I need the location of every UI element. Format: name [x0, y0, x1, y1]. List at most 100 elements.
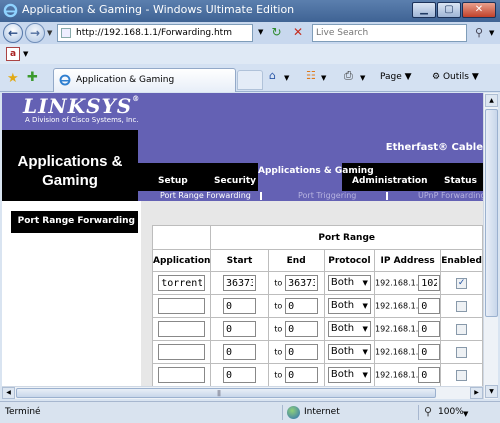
- print-icon[interactable]: ⎙: [344, 69, 353, 83]
- search-icon[interactable]: ⚲: [471, 25, 487, 41]
- scroll-right-icon[interactable]: ▶: [470, 387, 483, 399]
- feeds-dropdown-icon[interactable]: ▼: [321, 74, 326, 82]
- scroll-left-icon[interactable]: ◀: [2, 387, 15, 399]
- vertical-scrollbar[interactable]: ▲ ▼: [483, 93, 498, 399]
- vertical-scroll-thumb[interactable]: [485, 109, 498, 317]
- end-port-input[interactable]: [285, 321, 319, 337]
- table-row: to Both ▼ 192.168.1. ✓: [151, 271, 483, 295]
- search-dropdown-icon[interactable]: ▼: [489, 29, 494, 37]
- enabled-checkbox[interactable]: [456, 300, 468, 312]
- translate-icon[interactable]: a: [6, 47, 20, 61]
- search-input[interactable]: [313, 25, 463, 41]
- feeds-icon[interactable]: ☷: [306, 69, 316, 82]
- product-band: Etherfast® Cable: [138, 130, 483, 163]
- protocol-value: Both: [330, 323, 355, 334]
- start-port-input[interactable]: [222, 344, 256, 360]
- home-icon[interactable]: ⌂: [269, 69, 276, 82]
- page-icon: [61, 28, 71, 38]
- forward-button[interactable]: →: [25, 23, 45, 43]
- port-forwarding-table: Port Range Application Start End Protoco…: [151, 225, 483, 387]
- end-port-input[interactable]: [285, 344, 319, 360]
- address-dropdown-icon[interactable]: ▼: [258, 28, 263, 36]
- content-panel: Port Range Application Start End Protoco…: [138, 201, 483, 399]
- refresh-icon[interactable]: ↻: [268, 25, 285, 41]
- search-field[interactable]: [312, 24, 467, 42]
- enabled-checkbox[interactable]: ✓: [456, 277, 468, 289]
- translate-dropdown-icon[interactable]: ▼: [23, 50, 28, 58]
- address-url[interactable]: http://192.168.1.1/Forwarding.htm: [76, 28, 232, 38]
- nav-status[interactable]: Status: [444, 176, 477, 186]
- tab-application-gaming[interactable]: Application & Gaming: [53, 68, 236, 92]
- grip-icon: |||: [217, 390, 221, 397]
- chevron-down-icon: ▼: [362, 279, 368, 287]
- application-input[interactable]: [158, 275, 206, 291]
- ip-last-octet-input[interactable]: [418, 344, 441, 360]
- table-row: to Both ▼ 192.168.1.: [151, 317, 483, 341]
- enabled-checkbox[interactable]: [456, 323, 468, 335]
- application-input[interactable]: [158, 367, 206, 383]
- protocol-value: Both: [330, 277, 355, 288]
- to-label: to: [274, 301, 283, 311]
- start-port-input[interactable]: [222, 321, 256, 337]
- protocol-select[interactable]: Both ▼: [327, 275, 371, 291]
- horizontal-scroll-thumb[interactable]: |||: [16, 388, 436, 398]
- back-button[interactable]: ←: [3, 23, 23, 43]
- add-favorite-icon[interactable]: ✚: [27, 70, 38, 85]
- end-port-input[interactable]: [285, 275, 319, 291]
- nav-administration[interactable]: Administration: [352, 176, 428, 186]
- horizontal-scrollbar[interactable]: ◀ ||| ▶: [2, 386, 483, 399]
- start-port-input[interactable]: [222, 275, 256, 291]
- scroll-up-icon[interactable]: ▲: [485, 94, 498, 107]
- security-zone[interactable]: Internet: [304, 407, 340, 417]
- close-button[interactable]: ✕: [462, 2, 496, 18]
- enabled-checkbox[interactable]: [456, 369, 468, 381]
- protocol-select[interactable]: Both ▼: [327, 298, 371, 314]
- subnav-port-range-forwarding[interactable]: Port Range Forwarding: [160, 191, 251, 201]
- start-port-input[interactable]: [222, 298, 256, 314]
- favorites-star-icon[interactable]: ★: [7, 71, 19, 86]
- chevron-down-icon: ▼: [362, 371, 368, 379]
- protocol-select[interactable]: Both ▼: [327, 344, 371, 360]
- zoom-level[interactable]: 100%: [438, 407, 464, 417]
- end-port-input[interactable]: [285, 367, 319, 383]
- tools-menu-label: Outils: [442, 72, 469, 82]
- ip-last-octet-input[interactable]: [418, 321, 441, 337]
- application-input[interactable]: [158, 321, 206, 337]
- subnav-upnp-forwarding[interactable]: UPnP Forwarding: [418, 191, 483, 201]
- page-menu-label: Page: [380, 72, 402, 82]
- zoom-dropdown-icon[interactable]: ▼: [463, 410, 468, 418]
- page-menu[interactable]: Page ▼: [380, 72, 412, 82]
- subnav-separator: [260, 192, 262, 200]
- scroll-down-icon[interactable]: ▼: [485, 385, 498, 398]
- enabled-checkbox[interactable]: [456, 346, 468, 358]
- start-port-input[interactable]: [222, 367, 256, 383]
- ip-last-octet-input[interactable]: [418, 367, 441, 383]
- ip-prefix: 192.168.1.: [374, 324, 419, 334]
- zoom-icon[interactable]: ⚲: [424, 405, 432, 418]
- end-port-input[interactable]: [285, 298, 319, 314]
- chevron-down-icon: ▼: [362, 348, 368, 356]
- minimize-button[interactable]: ▁: [412, 2, 436, 18]
- application-input[interactable]: [158, 344, 206, 360]
- end-cell: to: [267, 340, 325, 364]
- protocol-select[interactable]: Both ▼: [327, 367, 371, 383]
- maximize-button[interactable]: ▢: [437, 2, 461, 18]
- nav-setup[interactable]: Setup: [158, 176, 188, 186]
- new-tab-button[interactable]: [237, 70, 263, 90]
- application-input[interactable]: [158, 298, 206, 314]
- tools-menu[interactable]: ⚙ Outils ▼: [432, 72, 479, 82]
- subnav-port-triggering[interactable]: Port Triggering: [298, 191, 356, 201]
- recent-pages-dropdown[interactable]: ▼: [47, 29, 52, 37]
- nav-security[interactable]: Security: [214, 176, 256, 186]
- window-titlebar: Application & Gaming - Windows Ultimate …: [0, 0, 500, 22]
- subnav-separator: [386, 192, 388, 200]
- ip-last-octet-input[interactable]: [418, 298, 441, 314]
- protocol-select[interactable]: Both ▼: [327, 321, 371, 337]
- home-dropdown-icon[interactable]: ▼: [284, 74, 289, 82]
- nav-applications-gaming[interactable]: Applications & Gaming: [258, 163, 374, 191]
- address-field[interactable]: http://192.168.1.1/Forwarding.htm: [57, 24, 253, 42]
- table-row: to Both ▼ 192.168.1.: [151, 294, 483, 318]
- ip-last-octet-input[interactable]: [418, 275, 441, 291]
- print-dropdown-icon[interactable]: ▼: [360, 74, 365, 82]
- stop-icon[interactable]: ✕: [290, 25, 306, 41]
